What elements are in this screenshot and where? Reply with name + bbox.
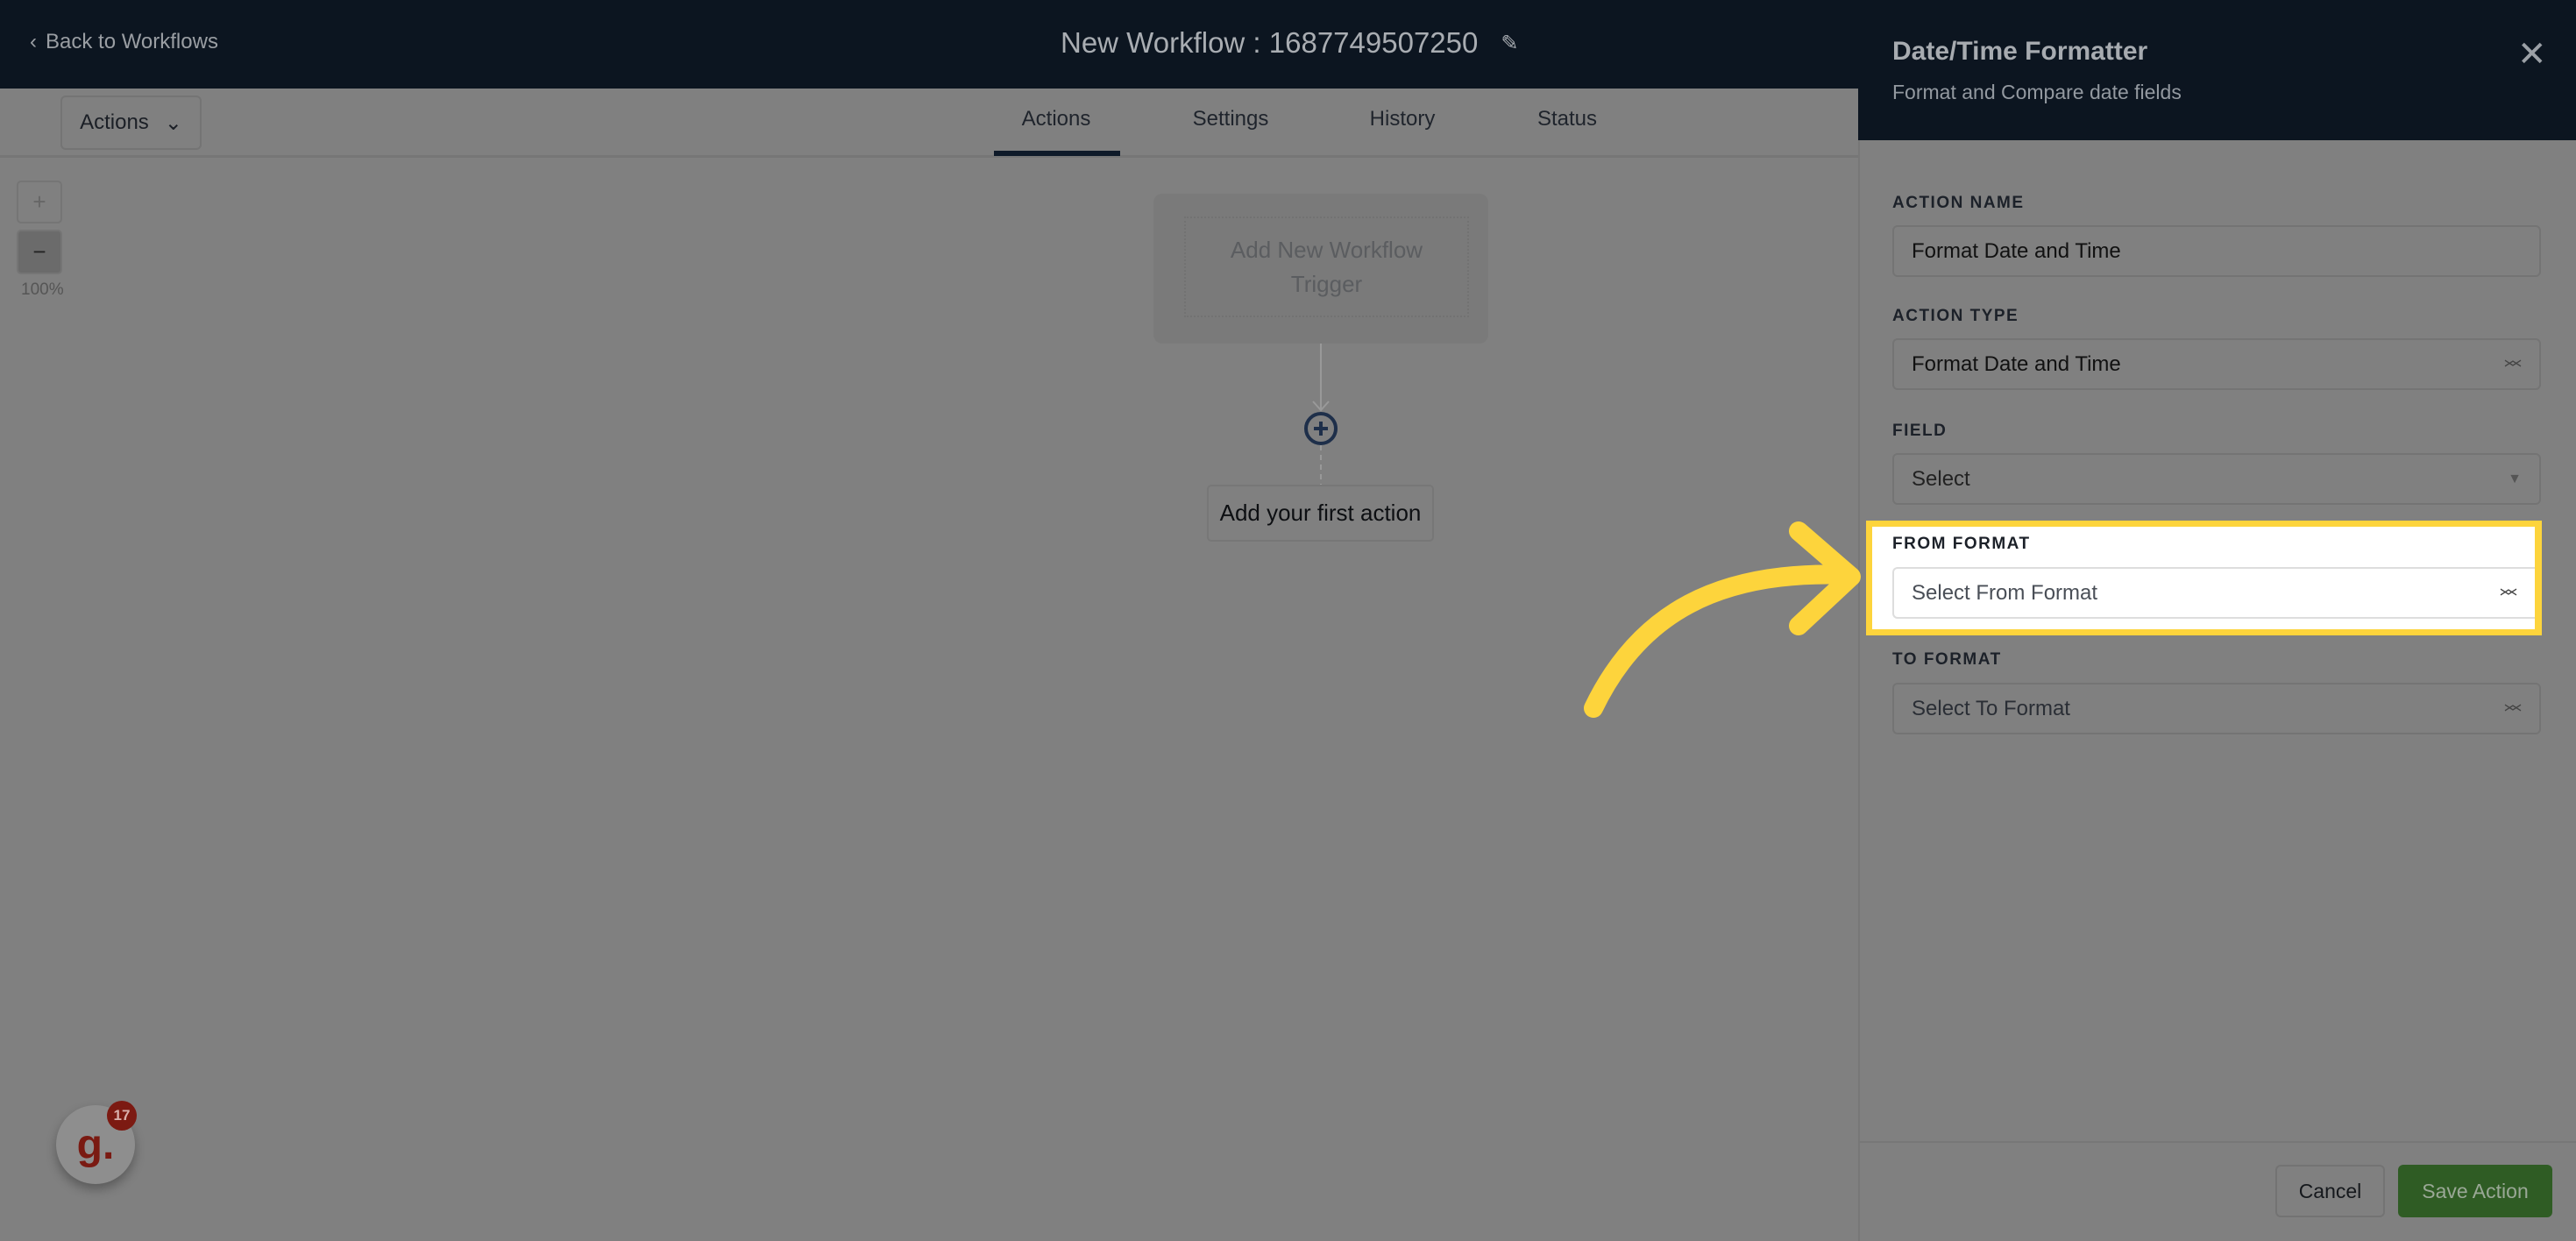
field-label: FIELD bbox=[1892, 422, 1948, 440]
back-label: Back to Workflows bbox=[46, 30, 218, 53]
from-format-label: FROM FORMAT bbox=[1892, 535, 2031, 553]
chevron-left-icon: ‹ bbox=[30, 30, 37, 53]
action-name-value: Format Date and Time bbox=[1912, 238, 2121, 263]
chevron-down-icon: ⌄ bbox=[164, 110, 182, 135]
zoom-in-button[interactable]: + bbox=[17, 181, 62, 223]
footer-divider bbox=[1858, 1141, 2576, 1143]
notification-badge: 17 bbox=[107, 1101, 137, 1131]
add-first-action-button[interactable]: Add your first action bbox=[1207, 485, 1434, 542]
workflow-title-text: New Workflow : 1687749507250 bbox=[1061, 26, 1479, 59]
highlight-box-edge bbox=[2535, 521, 2542, 635]
action-type-select[interactable]: Format Date and Time ︿ ﹀ bbox=[1892, 338, 2541, 390]
caret-down-icon: ▼ bbox=[2508, 471, 2522, 486]
tab-actions[interactable]: Actions bbox=[1022, 107, 1091, 131]
back-to-workflows-link[interactable]: ‹ Back to Workflows bbox=[30, 30, 218, 54]
panel-subtitle: Format and Compare date fields bbox=[1892, 81, 2182, 103]
workflow-title: New Workflow : 1687749507250 ✎ bbox=[1061, 26, 1518, 60]
action-type-value: Format Date and Time bbox=[1912, 351, 2121, 376]
from-format-placeholder: Select From Format bbox=[1912, 580, 2098, 605]
updown-chevron-icon: ︿ ﹀ bbox=[2504, 694, 2522, 723]
panel-title: Date/Time Formatter bbox=[1892, 37, 2148, 66]
cancel-button[interactable]: Cancel bbox=[2275, 1165, 2385, 1217]
action-name-input[interactable]: Format Date and Time bbox=[1892, 225, 2541, 277]
action-name-label: ACTION NAME bbox=[1892, 194, 2025, 212]
actions-dropdown[interactable]: Actions ⌄ bbox=[60, 96, 202, 150]
active-tab-indicator bbox=[994, 151, 1120, 156]
tab-settings[interactable]: Settings bbox=[1193, 107, 1269, 131]
tab-status[interactable]: Status bbox=[1537, 107, 1597, 131]
updown-chevron-icon: ︿ ﹀ bbox=[2504, 350, 2522, 379]
pencil-icon[interactable]: ✎ bbox=[1501, 31, 1518, 56]
arrow-head-icon bbox=[1789, 521, 1861, 635]
arrow-curve bbox=[1584, 564, 1857, 718]
save-action-button[interactable]: Save Action bbox=[2398, 1165, 2552, 1217]
add-action-plus-icon[interactable] bbox=[1304, 412, 1338, 445]
connector bbox=[1304, 344, 1338, 486]
actions-dropdown-label: Actions bbox=[80, 110, 149, 134]
close-icon[interactable]: ✕ bbox=[2517, 37, 2547, 72]
to-format-select[interactable]: Select To Format ︿ ﹀ bbox=[1892, 683, 2541, 734]
to-format-placeholder: Select To Format bbox=[1912, 696, 2070, 720]
field-placeholder: Select bbox=[1912, 466, 1970, 491]
zoom-out-button[interactable]: − bbox=[17, 230, 62, 274]
from-format-select[interactable]: Select From Format ︿ ﹀ bbox=[1892, 567, 2535, 619]
updown-chevron-icon: ︿ ﹀ bbox=[2500, 578, 2517, 607]
panel-header bbox=[1858, 0, 2576, 140]
zoom-level: 100% bbox=[21, 280, 64, 299]
field-select[interactable]: Select ▼ bbox=[1892, 453, 2541, 505]
to-format-label: TO FORMAT bbox=[1892, 650, 2002, 669]
action-type-label: ACTION TYPE bbox=[1892, 307, 2019, 325]
add-trigger-button[interactable]: Add New Workflow Trigger bbox=[1184, 216, 1469, 317]
tab-history[interactable]: History bbox=[1370, 107, 1436, 131]
